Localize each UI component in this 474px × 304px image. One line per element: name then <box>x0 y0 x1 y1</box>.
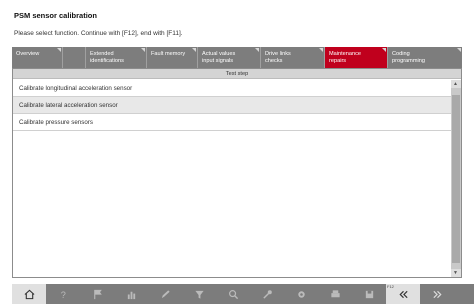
tools-button[interactable] <box>250 284 284 304</box>
forward-button[interactable] <box>420 284 454 304</box>
home-button[interactable] <box>12 284 46 304</box>
tab-label-line1: Maintenance <box>329 51 362 57</box>
save-button[interactable] <box>352 284 386 304</box>
tab-maintenance-repairs[interactable]: Maintenance repairs <box>325 47 388 68</box>
tab-label-line2: identifications <box>90 57 124 64</box>
wrench-icon <box>262 289 272 299</box>
list-item[interactable]: Calibrate pressure sensors <box>13 114 451 131</box>
test-step-list: Calibrate longitudinal acceleration sens… <box>13 80 451 131</box>
pencil-icon <box>161 289 170 298</box>
filter-icon <box>194 290 204 299</box>
tab-label-line1: Actual values <box>202 51 236 57</box>
f12-key-label: F12 <box>387 284 394 289</box>
help-button[interactable]: ? <box>46 284 80 304</box>
search-icon <box>228 289 238 299</box>
flag-icon <box>93 289 102 299</box>
tab-coding-programming[interactable]: Coding programming <box>388 47 462 68</box>
forward-icon <box>432 290 442 298</box>
edit-button[interactable] <box>148 284 182 304</box>
tab-drive-links[interactable]: Drive links checks <box>261 47 325 68</box>
tab-overview[interactable]: Overview <box>12 47 63 68</box>
tab-overview-label: Overview <box>16 51 40 57</box>
tab-label-line2: input signals <box>202 57 234 64</box>
chart-icon <box>127 291 135 299</box>
svg-text:?: ? <box>60 290 65 300</box>
print-button[interactable] <box>318 284 352 304</box>
tab-label-line1: Fault memory <box>151 51 186 57</box>
tab-label-line2: programming <box>392 57 425 64</box>
back-icon <box>398 290 408 298</box>
page-title: PSM sensor calibration <box>14 11 97 20</box>
chevron-up-icon: ▲ <box>453 81 458 87</box>
tab-actual-values[interactable]: Actual values input signals <box>198 47 261 68</box>
print-icon <box>330 289 340 297</box>
tab-label-line1: Coding <box>392 51 410 57</box>
scrollbar[interactable]: ▲ ▼ <box>451 80 461 277</box>
chart-button[interactable] <box>114 284 148 304</box>
bottom-toolbar: ? F12 <box>12 284 474 304</box>
list-item[interactable]: Calibrate lateral acceleration sensor <box>13 97 451 114</box>
flag-button[interactable] <box>80 284 114 304</box>
settings-button[interactable] <box>284 284 318 304</box>
help-icon: ? <box>60 290 65 300</box>
tab-fault-memory[interactable]: Fault memory <box>147 47 198 68</box>
scroll-down-button[interactable]: ▼ <box>451 269 461 277</box>
instruction-text: Please select function. Continue with [F… <box>14 30 183 37</box>
chevron-down-icon: ▼ <box>453 270 458 276</box>
tab-bar: Overview Extended identifications Fault … <box>12 47 462 68</box>
column-header: Test step <box>13 69 461 79</box>
save-icon <box>365 290 373 298</box>
tab-label-line2: checks <box>265 57 283 64</box>
list-item[interactable]: Calibrate longitudinal acceleration sens… <box>13 80 451 97</box>
tab-extended-identifications[interactable]: Extended identifications <box>86 47 147 68</box>
tab-label-line2: repairs <box>329 57 347 64</box>
tab-blank <box>63 47 86 68</box>
home-icon <box>24 289 34 299</box>
tab-label-line1: Extended <box>90 51 114 57</box>
scroll-up-button[interactable]: ▲ <box>451 80 461 88</box>
back-button[interactable]: F12 <box>386 284 420 304</box>
settings-icon <box>297 290 305 298</box>
tab-label-line1: Drive links <box>265 51 291 57</box>
filter-button[interactable] <box>182 284 216 304</box>
search-button[interactable] <box>216 284 250 304</box>
scrollbar-thumb[interactable] <box>452 95 460 263</box>
test-step-panel: Test step Calibrate longitudinal acceler… <box>12 68 462 278</box>
